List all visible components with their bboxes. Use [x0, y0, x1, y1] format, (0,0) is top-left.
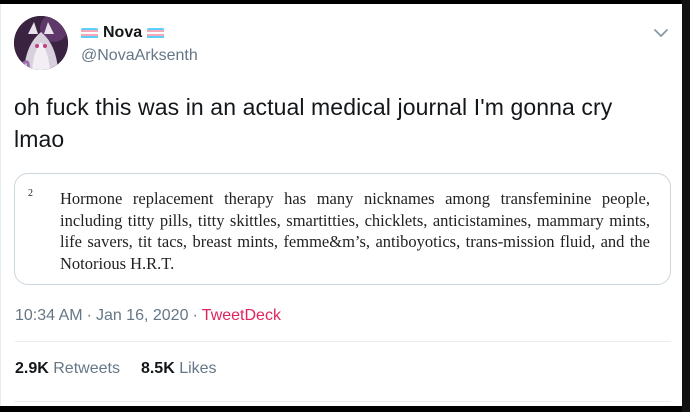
- journal-excerpt: Hormone replacement therapy has many nic…: [60, 189, 650, 273]
- tweet-card: Nova @NovaArksenth oh fuck this was in a…: [0, 4, 682, 406]
- window-edge: [682, 0, 690, 412]
- trans-flag-icon: [147, 27, 165, 39]
- tweet-date[interactable]: Jan 16, 2020: [96, 307, 189, 325]
- retweets-stat[interactable]: 2.9K Retweets: [15, 360, 120, 378]
- chevron-down-icon: [654, 28, 668, 37]
- tweet-meta: 10:34 AM · Jan 16, 2020 · TweetDeck: [15, 307, 281, 325]
- trans-flag-icon: [81, 27, 98, 39]
- attached-image[interactable]: 2 Hormone replacement therapy has many n…: [14, 173, 671, 285]
- avatar-image: [14, 16, 68, 70]
- likes-count: 8.5K: [140, 360, 175, 377]
- tweet-time[interactable]: 10:34 AM: [15, 307, 83, 325]
- retweets-count: 2.9K: [15, 360, 49, 377]
- tweet-text: oh fuck this was in an actual medical jo…: [14, 94, 613, 152]
- likes-label: Likes: [179, 360, 217, 377]
- retweets-label: Retweets: [53, 360, 120, 377]
- meta-separator: ·: [86, 307, 92, 324]
- divider: [15, 341, 671, 342]
- more-options-button[interactable]: [652, 26, 670, 40]
- author-name-row[interactable]: Nova: [81, 24, 165, 42]
- footnote-number: 2: [28, 188, 33, 199]
- avatar[interactable]: [14, 16, 68, 70]
- author-display-name[interactable]: Nova: [103, 24, 142, 42]
- divider: [15, 401, 671, 402]
- engagement-stats: 2.9K Retweets 8.5K Likes: [15, 360, 217, 378]
- meta-separator: ·: [192, 307, 198, 324]
- author-handle[interactable]: @NovaArksenth: [81, 47, 198, 65]
- likes-stat[interactable]: 8.5K Likes: [141, 360, 217, 378]
- tweet-source-link[interactable]: TweetDeck: [202, 307, 281, 325]
